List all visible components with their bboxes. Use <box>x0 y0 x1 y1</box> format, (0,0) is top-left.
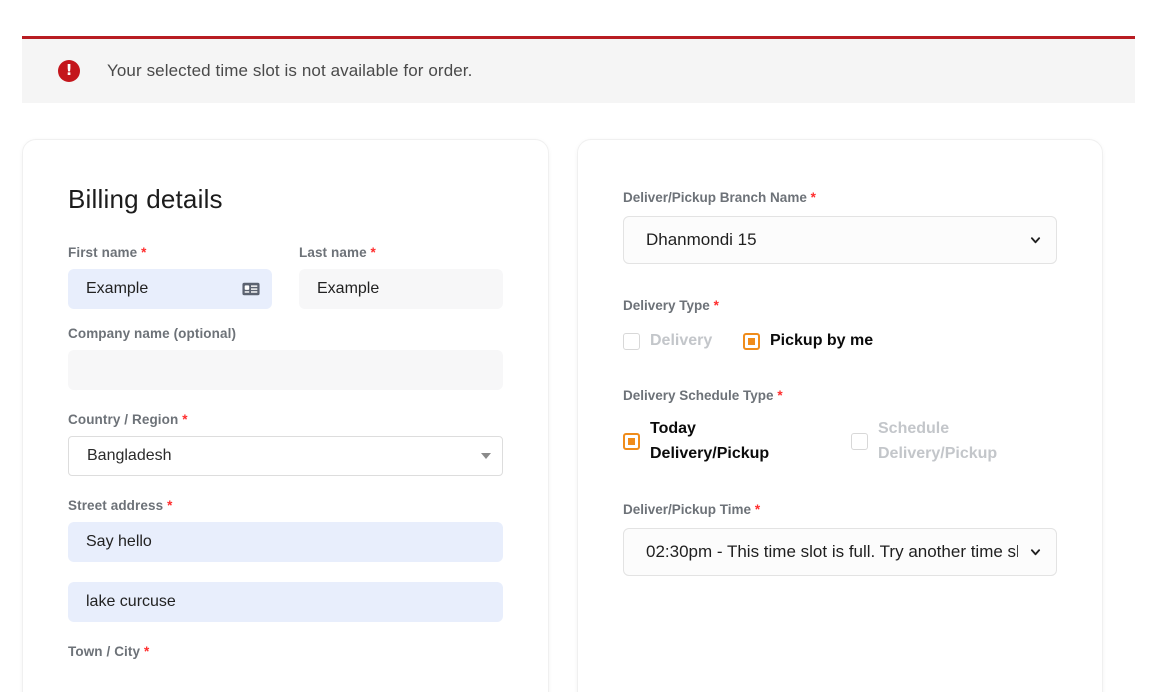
page-title: Billing details <box>68 184 503 215</box>
schedule-type-field: Delivery Schedule Type * Today Delivery/… <box>623 388 1057 467</box>
street-address-label: Street address * <box>68 498 503 513</box>
last-name-label: Last name * <box>299 245 503 260</box>
delivery-type-option-delivery[interactable]: Delivery <box>623 329 743 354</box>
name-row: First name * Example L <box>68 245 503 326</box>
last-name-input[interactable]: Example <box>299 269 503 309</box>
country-region-select[interactable]: Bangladesh <box>68 436 503 476</box>
required-marker: * <box>371 245 376 260</box>
country-region-field: Country / Region * Bangladesh <box>68 412 503 476</box>
delivery-type-option-label: Delivery <box>650 329 712 354</box>
checkout-page: ! Your selected time slot is not availab… <box>0 0 1161 692</box>
country-region-value: Bangladesh <box>87 447 172 465</box>
street-address-line2-input[interactable]: lake curcuse <box>68 582 503 622</box>
schedule-type-option-schedule[interactable]: Schedule Delivery/Pickup <box>851 417 1028 467</box>
branch-name-value: Dhanmondi 15 <box>646 230 1018 250</box>
delivery-type-option-label: Pickup by me <box>770 329 873 354</box>
required-marker: * <box>714 298 719 313</box>
error-exclamation-icon: ! <box>58 60 80 82</box>
branch-name-label: Deliver/Pickup Branch Name * <box>623 190 1057 205</box>
branch-name-field: Deliver/Pickup Branch Name * Dhanmondi 1… <box>623 190 1057 264</box>
required-marker: * <box>144 644 149 659</box>
street-address-line1-input[interactable]: Say hello <box>68 522 503 562</box>
delivery-type-option-pickup[interactable]: Pickup by me <box>743 329 873 354</box>
country-region-label: Country / Region * <box>68 412 503 427</box>
schedule-type-option-today[interactable]: Today Delivery/Pickup <box>623 417 851 467</box>
delivery-type-label: Delivery Type * <box>623 298 1057 313</box>
chevron-down-icon <box>1030 547 1041 558</box>
chevron-down-icon <box>481 453 491 459</box>
schedule-type-option-label: Schedule Delivery/Pickup <box>878 417 1028 467</box>
chevron-down-icon <box>1030 235 1041 246</box>
company-name-field: Company name (optional) <box>68 326 503 390</box>
required-marker: * <box>167 498 172 513</box>
street-address-field: Street address * Say hello lake curcuse <box>68 498 503 622</box>
branch-name-select[interactable]: Dhanmondi 15 <box>623 216 1057 264</box>
first-name-field: First name * Example <box>68 245 272 309</box>
pickup-time-label: Deliver/Pickup Time * <box>623 502 1057 517</box>
town-city-label: Town / City * <box>68 644 503 659</box>
company-name-input[interactable] <box>68 350 503 390</box>
schedule-type-label: Delivery Schedule Type * <box>623 388 1057 403</box>
required-marker: * <box>811 190 816 205</box>
delivery-options-card: Deliver/Pickup Branch Name * Dhanmondi 1… <box>577 139 1103 692</box>
pickup-time-select[interactable]: 02:30pm - This time slot is full. Try an… <box>623 528 1057 576</box>
pickup-time-value: 02:30pm - This time slot is full. Try an… <box>646 542 1018 562</box>
alert-message: Your selected time slot is not available… <box>107 61 472 81</box>
schedule-type-option-label: Today Delivery/Pickup <box>650 417 800 467</box>
required-marker: * <box>755 502 760 517</box>
first-name-label: First name * <box>68 245 272 260</box>
required-marker: * <box>141 245 146 260</box>
checkbox-unchecked-icon[interactable] <box>851 433 868 450</box>
checkbox-checked-icon[interactable] <box>623 433 640 450</box>
pickup-time-field: Deliver/Pickup Time * 02:30pm - This tim… <box>623 502 1057 576</box>
delivery-type-options: Delivery Pickup by me <box>623 329 1057 354</box>
schedule-type-options: Today Delivery/Pickup Schedule Delivery/… <box>623 417 1057 467</box>
delivery-type-field: Delivery Type * Delivery Pickup by me <box>623 298 1057 354</box>
checkbox-checked-icon[interactable] <box>743 333 760 350</box>
first-name-input[interactable]: Example <box>68 269 272 309</box>
last-name-field: Last name * Example <box>299 245 503 309</box>
required-marker: * <box>777 388 782 403</box>
error-alert: ! Your selected time slot is not availab… <box>22 36 1135 103</box>
checkbox-unchecked-icon[interactable] <box>623 333 640 350</box>
required-marker: * <box>182 412 187 427</box>
town-city-field: Town / City * <box>68 644 503 659</box>
billing-details-card: Billing details First name * Example <box>22 139 549 692</box>
company-name-label: Company name (optional) <box>68 326 503 341</box>
